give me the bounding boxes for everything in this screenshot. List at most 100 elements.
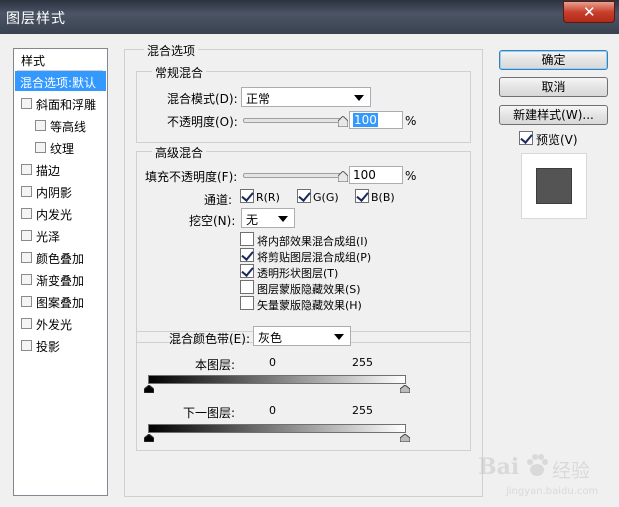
fill-opacity-unit: %	[405, 169, 417, 183]
cancel-button[interactable]: 取消	[499, 77, 608, 97]
style-item-gradient-overlay[interactable]: 渐变叠加	[15, 269, 106, 289]
style-item-label: 等高线	[50, 120, 87, 134]
style-item-label: 投影	[36, 340, 61, 354]
general-blending-group	[136, 71, 471, 143]
this-layer-gradient-bar[interactable]	[148, 375, 406, 384]
underlying-layer-label: 下一图层:	[183, 406, 236, 420]
watermark-brand: 经验	[552, 460, 591, 482]
knockout-value: 无	[246, 213, 259, 227]
style-item-label: 图案叠加	[36, 296, 85, 310]
underlying-layer-gradient-bar[interactable]	[148, 424, 406, 433]
style-item-checkbox[interactable]	[35, 142, 46, 153]
style-item-label: 颜色叠加	[36, 252, 85, 266]
style-item-checkbox[interactable]	[21, 164, 32, 175]
style-item-outer-glow[interactable]: 外发光	[15, 313, 106, 333]
this-layer-max: 255	[352, 356, 373, 369]
style-item-blending-options[interactable]: 混合选项:默认	[15, 71, 106, 91]
fill-opacity-input[interactable]: 100	[349, 166, 403, 184]
channel-b-label: B(B)	[371, 191, 395, 204]
style-item-checkbox[interactable]	[21, 340, 32, 351]
close-button[interactable]: ✕	[563, 1, 615, 23]
knockout-dropdown[interactable]: 无	[241, 208, 295, 228]
style-item-drop-shadow[interactable]: 投影	[15, 335, 106, 355]
underlying-layer-white-slider[interactable]	[400, 434, 410, 442]
blend-mode-label: 混合模式(D):	[167, 92, 238, 106]
style-item-checkbox[interactable]	[21, 274, 32, 285]
channel-b-checkbox[interactable]	[355, 189, 369, 203]
preview-checkbox[interactable]	[519, 131, 533, 145]
blending-options-title: 混合选项	[144, 42, 199, 59]
blend-mode-value: 正常	[246, 92, 271, 106]
style-item-checkbox[interactable]	[21, 296, 32, 307]
blend-interior-effects-checkbox[interactable]	[240, 232, 254, 246]
this-layer-black-slider[interactable]	[144, 385, 154, 393]
style-item-checkbox[interactable]	[21, 318, 32, 329]
this-layer-min: 0	[269, 356, 276, 369]
style-item-checkbox[interactable]	[21, 208, 32, 219]
channel-r-label: R(R)	[256, 191, 280, 204]
underlying-layer-black-slider[interactable]	[144, 434, 154, 442]
dialog-body: 样式 混合选项:默认 斜面和浮雕 等高线 纹理 描边 内阴影 内发光 光泽 颜色…	[0, 34, 619, 507]
style-item-pattern-overlay[interactable]: 图案叠加	[15, 291, 106, 311]
this-layer-white-slider[interactable]	[400, 385, 410, 393]
fill-opacity-label: 填充不透明度(F):	[145, 170, 238, 184]
style-item-contour[interactable]: 等高线	[15, 115, 106, 135]
blend-interior-effects-label: 将内部效果混合成组(I)	[257, 235, 368, 248]
styles-list: 样式 混合选项:默认 斜面和浮雕 等高线 纹理 描边 内阴影 内发光 光泽 颜色…	[13, 48, 108, 496]
title-bar[interactable]: 图层样式 ✕	[0, 0, 619, 34]
style-item-inner-glow[interactable]: 内发光	[15, 203, 106, 223]
blend-if-value: 灰色	[258, 331, 283, 345]
style-item-label: 斜面和浮雕	[36, 98, 97, 112]
window-title: 图层样式	[6, 11, 66, 27]
style-item-checkbox[interactable]	[21, 230, 32, 241]
styles-list-header: 样式	[21, 54, 46, 68]
style-item-label: 光泽	[36, 230, 61, 244]
style-item-checkbox[interactable]	[21, 186, 32, 197]
channels-label: 通道:	[204, 193, 233, 207]
style-item-checkbox[interactable]	[21, 252, 32, 263]
style-item-bevel-emboss[interactable]: 斜面和浮雕	[15, 93, 106, 113]
style-item-inner-shadow[interactable]: 内阴影	[15, 181, 106, 201]
style-item-label: 描边	[36, 164, 61, 178]
layer-mask-hides-effects-checkbox[interactable]	[240, 280, 254, 294]
knockout-label: 挖空(N):	[189, 214, 236, 228]
blend-clipped-layers-checkbox[interactable]	[240, 248, 254, 262]
vector-mask-hides-effects-checkbox[interactable]	[240, 296, 254, 310]
watermark-domain: jingyan.baidu.com	[506, 486, 599, 497]
general-blending-title: 常规混合	[152, 64, 207, 81]
channel-r-checkbox[interactable]	[240, 189, 254, 203]
transparency-shapes-checkbox[interactable]	[240, 264, 254, 278]
blend-if-dropdown[interactable]: 灰色	[253, 326, 351, 346]
blend-if-label: 混合颜色带(E):	[169, 332, 250, 346]
advanced-blending-title: 高级混合	[152, 144, 207, 161]
blend-mode-dropdown[interactable]: 正常	[241, 87, 371, 107]
style-item-color-overlay[interactable]: 颜色叠加	[15, 247, 106, 267]
channel-g-label: G(G)	[313, 191, 339, 204]
paw-icon	[527, 454, 548, 476]
opacity-label: 不透明度(O):	[167, 115, 238, 129]
chevron-down-icon	[334, 334, 344, 340]
style-item-checkbox[interactable]	[35, 120, 46, 131]
style-item-checkbox[interactable]	[21, 98, 32, 109]
ok-button[interactable]: 确定	[499, 50, 608, 70]
style-item-texture[interactable]: 纹理	[15, 137, 106, 157]
style-item-label: 内发光	[36, 208, 73, 222]
blend-if-group	[136, 331, 471, 451]
opacity-slider-thumb[interactable]	[338, 116, 348, 127]
watermark-text: Bai	[478, 454, 520, 480]
style-item-label: 混合选项:默认	[20, 76, 97, 90]
style-item-stroke[interactable]: 描边	[15, 159, 106, 179]
opacity-slider-track[interactable]	[243, 118, 347, 123]
opacity-input[interactable]: 100	[349, 111, 403, 129]
new-style-button[interactable]: 新建样式(W)...	[499, 105, 608, 125]
close-icon: ✕	[583, 3, 596, 21]
fill-opacity-slider-thumb[interactable]	[338, 171, 348, 182]
style-item-label: 外发光	[36, 318, 73, 332]
fill-opacity-input-value: 100	[353, 168, 376, 182]
preview-swatch	[536, 168, 572, 204]
fill-opacity-slider-track[interactable]	[243, 173, 347, 178]
vector-mask-hides-effects-label: 矢量蒙版隐藏效果(H)	[257, 299, 362, 312]
channel-g-checkbox[interactable]	[297, 189, 311, 203]
style-item-satin[interactable]: 光泽	[15, 225, 106, 245]
layer-mask-hides-effects-label: 图层蒙版隐藏效果(S)	[257, 283, 361, 296]
